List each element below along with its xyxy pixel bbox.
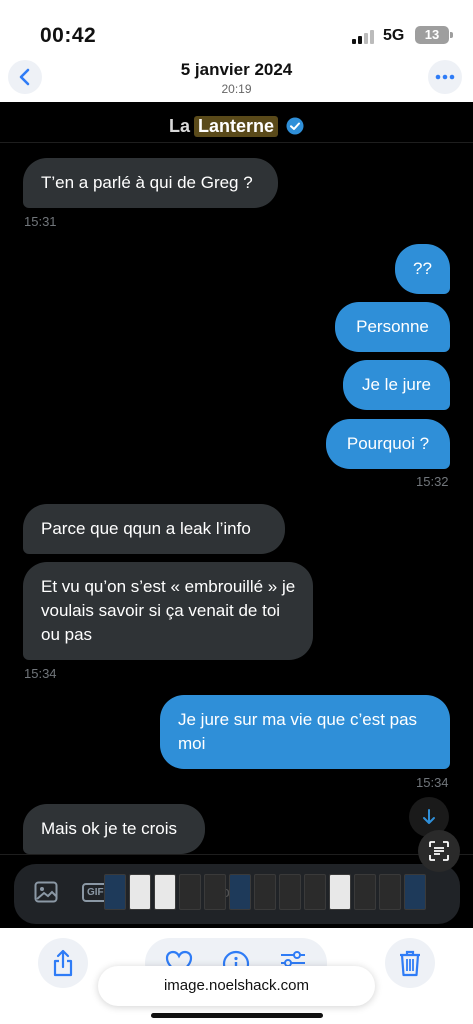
photo-time: 20:19 <box>221 82 252 96</box>
thumbnail[interactable] <box>104 874 126 910</box>
chat-title: La Lanterne <box>0 108 473 144</box>
divider <box>0 142 473 143</box>
more-icon <box>435 74 455 80</box>
thumbnail[interactable] <box>204 874 226 910</box>
message-incoming: Parce que qqun a leak l’info <box>23 504 285 554</box>
thumbnail[interactable] <box>354 874 376 910</box>
message-incoming: Mais ok je te crois <box>23 804 205 854</box>
thumbnail[interactable] <box>154 874 176 910</box>
thumbnail[interactable] <box>254 874 276 910</box>
verified-icon <box>286 117 304 135</box>
thumbnail[interactable] <box>329 874 351 910</box>
arrow-down-icon <box>423 809 435 824</box>
message-incoming: Et vu qu’on s’est « embrouillé » je voul… <box>23 562 313 660</box>
message-outgoing: Pourquoi ? <box>326 419 450 469</box>
message-timestamp: 15:34 <box>24 666 57 681</box>
bottom-toolbar: image.noelshack.com <box>0 928 473 1024</box>
thumbnail[interactable] <box>304 874 326 910</box>
message-outgoing: Je le jure <box>343 360 450 410</box>
thumbnail[interactable] <box>129 874 151 910</box>
message-timestamp: 15:32 <box>416 474 449 489</box>
message-composer[interactable]: GIF co <box>14 864 460 924</box>
message-timestamp: 15:31 <box>24 214 57 229</box>
screenshot-thumbnail-strip[interactable] <box>104 874 426 910</box>
live-text-button[interactable] <box>418 830 460 872</box>
network-type: 5G <box>383 27 405 44</box>
thumbnail[interactable] <box>404 874 426 910</box>
thumbnail[interactable] <box>229 874 251 910</box>
message-timestamp: 15:34 <box>416 775 449 790</box>
message-incoming: T’en a parlé à qui de Greg ? <box>23 158 278 208</box>
chat-screenshot: La Lanterne T’en a parlé à qui de Greg ?… <box>0 102 473 928</box>
delete-button[interactable] <box>385 938 435 988</box>
live-text-icon <box>429 841 449 861</box>
share-icon <box>53 949 73 977</box>
status-bar: 00:42 5G 13 <box>0 0 473 56</box>
divider <box>0 854 473 855</box>
url-bar[interactable]: image.noelshack.com <box>98 966 375 1006</box>
signal-icon <box>352 30 378 44</box>
status-time: 00:42 <box>40 24 97 47</box>
chat-title-part2: Lanterne <box>193 115 279 137</box>
trash-icon <box>400 950 420 977</box>
thumbnail[interactable] <box>279 874 301 910</box>
battery-icon: 13 <box>415 26 453 44</box>
message-outgoing: ?? <box>395 244 450 294</box>
photo-header: 5 janvier 2024 20:19 <box>0 56 473 102</box>
message-outgoing: Je jure sur ma vie que c’est pas moi <box>160 695 450 769</box>
photo-date: 5 janvier 2024 <box>180 60 293 79</box>
thumbnail[interactable] <box>179 874 201 910</box>
chat-title-part1: La <box>168 115 190 136</box>
message-outgoing: Personne <box>335 302 450 352</box>
home-indicator[interactable] <box>151 1013 323 1018</box>
thumbnail[interactable] <box>379 874 401 910</box>
share-button[interactable] <box>38 938 88 988</box>
more-button[interactable] <box>428 60 462 94</box>
gallery-icon[interactable] <box>34 881 58 903</box>
